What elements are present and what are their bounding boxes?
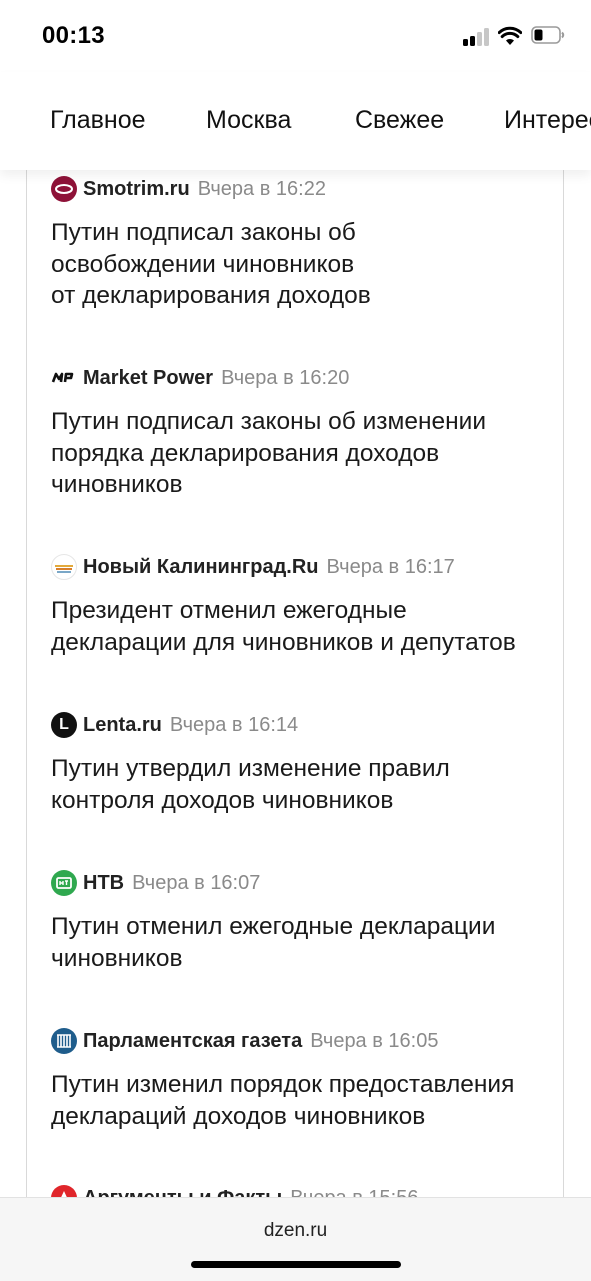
news-item[interactable]: Smotrim.ru Вчера в 16:22 Путин подписал … (51, 174, 551, 312)
headline[interactable]: Путин утвердил изменение правил контроля… (51, 753, 551, 816)
source-name[interactable]: Market Power (83, 367, 213, 390)
headline-line: Президент отменил ежегодные (51, 597, 407, 624)
source-name[interactable]: Smotrim.ru (83, 178, 190, 201)
publish-time: Вчера в 16:14 (169, 713, 299, 736)
source-name[interactable]: Парламентская газета (83, 1030, 302, 1053)
headline[interactable]: Путин изменил порядок предоставления дек… (51, 1069, 551, 1132)
pg-logo-icon (51, 1028, 77, 1054)
headline-line: освобождении чиновников (51, 250, 355, 278)
headline-line: деклараций доходов чиновников (51, 1102, 426, 1130)
headline-line: Путин отменил ежегодные декларации (51, 913, 496, 940)
tab-main[interactable]: Главное (50, 106, 146, 135)
publish-time: Вчера в 16:05 (310, 1029, 439, 1052)
headline-line: Путин изменил порядок предоставления (51, 1071, 515, 1098)
publish-time: Вчера в 16:17 (326, 555, 455, 578)
publish-time: Вчера в 16:20 (221, 366, 350, 389)
news-item[interactable]: L Lenta.ru Вчера в 16:14 Путин утвердил … (51, 710, 551, 816)
news-item[interactable]: Market Power Вчера в 16:20 Путин подписа… (51, 363, 551, 501)
source-name[interactable]: Новый Калининград.Ru (83, 556, 319, 579)
source-name[interactable]: Lenta.ru (83, 714, 162, 737)
headline[interactable]: Путин подписал законы об изменении поряд… (51, 406, 551, 501)
home-indicator[interactable] (191, 1261, 401, 1268)
headline-line: Путин утвердил изменение правил (51, 755, 450, 782)
news-feed-card: Smotrim.ru Вчера в 16:22 Путин подписал … (26, 150, 564, 1230)
tabs-bar: Главное Москва Свежее Интересное (0, 72, 591, 170)
ntv-logo-icon (51, 870, 77, 896)
browser-bottom-bar: dzen.ru (0, 1197, 591, 1281)
publish-time: Вчера в 16:22 (197, 177, 326, 200)
tab-interesting[interactable]: Интересное (504, 106, 591, 135)
headline[interactable]: Путин подписал законы об освобождении чи… (51, 217, 551, 312)
battery-icon (531, 26, 565, 44)
headline-line: декларации для чиновников и депутатов (51, 628, 516, 656)
news-item[interactable]: Новый Калининград.Ru Вчера в 16:17 Прези… (51, 552, 551, 658)
headline-line: Путин подписал законы об (51, 219, 356, 246)
news-item[interactable]: НТВ Вчера в 16:07 Путин отменил ежегодны… (51, 868, 551, 974)
smotrim-logo-icon (51, 176, 77, 202)
lenta-logo-letter: L (59, 716, 69, 733)
status-time: 00:13 (42, 22, 105, 49)
source-name[interactable]: НТВ (83, 872, 124, 895)
wifi-icon (498, 26, 522, 45)
status-bar: 00:13 (0, 0, 591, 72)
publish-time: Вчера в 16:07 (132, 871, 261, 894)
headline-line: чиновников (51, 944, 183, 972)
cellular-signal-icon (463, 28, 491, 46)
tab-moscow[interactable]: Москва (206, 106, 291, 135)
url-label[interactable]: dzen.ru (0, 1220, 591, 1242)
lenta-logo-icon: L (51, 712, 77, 738)
headline[interactable]: Путин отменил ежегодные декларации чинов… (51, 911, 551, 974)
news-item[interactable]: Парламентская газета Вчера в 16:05 Путин… (51, 1026, 551, 1132)
new-kaliningrad-logo-icon (51, 554, 77, 580)
headline-line: контроля доходов чиновников (51, 786, 394, 814)
headline[interactable]: Президент отменил ежегодные декларации д… (51, 595, 551, 658)
headline-line: порядка декларирования доходов (51, 439, 440, 467)
market-power-logo-icon (51, 365, 77, 391)
headline-line: от декларирования доходов (51, 282, 371, 309)
headline-line: чиновников (51, 471, 183, 498)
headline-line: Путин подписал законы об изменении (51, 408, 487, 435)
tab-fresh[interactable]: Свежее (355, 106, 444, 135)
